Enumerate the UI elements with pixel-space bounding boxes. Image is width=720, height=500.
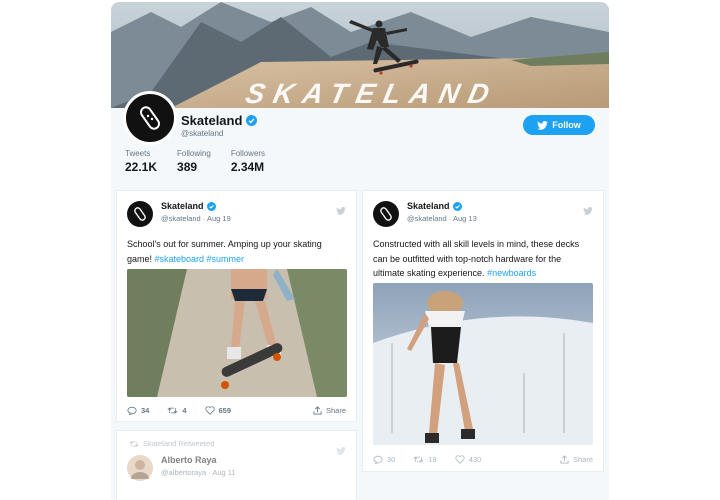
stat-following[interactable]: Following 389	[177, 149, 211, 174]
follow-button[interactable]: Follow	[523, 115, 595, 135]
retweeted-by-label: Skateland Retweeted	[143, 439, 215, 448]
profile-handle: @skateland	[181, 129, 224, 138]
tweet-author[interactable]: Skateland	[161, 201, 231, 211]
stat-label: Following	[177, 149, 211, 158]
twitter-bird-icon	[537, 120, 549, 130]
reply-action[interactable]: 30	[373, 455, 395, 464]
profile-header: Skateland @skateland Follow Tweets 22.1K…	[111, 91, 609, 183]
tweet-body: Constructed with all skill levels in min…	[373, 239, 580, 278]
like-action[interactable]: 659	[204, 406, 232, 415]
stat-value: 22.1K	[125, 160, 158, 174]
retweet-count: 4	[182, 406, 187, 415]
tweet-actions: 34 4 659 Share	[127, 406, 346, 415]
tweet-card[interactable]: Skateland @skateland · Aug 19 School's o…	[116, 190, 357, 422]
share-label: Share	[572, 455, 593, 464]
profile-avatar[interactable]	[123, 91, 177, 145]
tweet-author-name: Skateland	[161, 201, 204, 211]
tweet-author[interactable]: Skateland	[407, 201, 477, 211]
tweet-actions: 30 19 430 Share	[373, 455, 593, 464]
reply-icon	[373, 455, 383, 464]
share-icon	[560, 455, 569, 464]
verified-icon	[246, 115, 258, 126]
tweet-hashtags[interactable]: #skateboard #summer	[155, 254, 245, 264]
tweet-text: Constructed with all skill levels in min…	[373, 237, 593, 281]
retweet-count: 19	[428, 455, 437, 464]
verified-icon	[206, 201, 216, 211]
reply-count: 30	[387, 455, 396, 464]
tweet-hashtags[interactable]: #newboards	[487, 268, 536, 278]
tweet-meta: @skateland · Aug 13	[407, 214, 477, 223]
share-icon	[313, 406, 322, 415]
retweet-icon	[129, 440, 139, 447]
banner-logo-text: SKATELAND	[242, 78, 501, 108]
tweet-card-retweet[interactable]: Skateland Retweeted Alberto Raya @albert…	[116, 430, 357, 500]
retweet-indicator: Skateland Retweeted	[129, 439, 214, 448]
twitter-bird-icon[interactable]	[583, 202, 593, 220]
stat-tweets[interactable]: Tweets 22.1K	[125, 149, 157, 174]
twitter-bird-icon[interactable]	[336, 442, 346, 460]
like-count: 430	[468, 455, 482, 464]
retweet-icon	[413, 456, 424, 463]
profile-banner: SKATELAND	[111, 2, 609, 108]
tweet-meta: @albertoraya · Aug 11	[161, 468, 236, 477]
heart-icon	[204, 406, 215, 415]
skateboard-logo-icon	[380, 207, 392, 221]
tweet-photo[interactable]	[127, 269, 347, 397]
tweet-header: Skateland @skateland · Aug 19	[127, 201, 231, 227]
tweet-meta: @skateland · Aug 19	[161, 214, 231, 223]
profile-name-text: Skateland	[181, 113, 243, 128]
share-action[interactable]: Share	[560, 455, 593, 464]
skateboard-logo-icon	[139, 106, 161, 130]
stat-label: Tweets	[125, 149, 151, 158]
profile-name[interactable]: Skateland	[181, 113, 258, 128]
person-avatar-icon	[131, 460, 149, 479]
stat-followers[interactable]: Followers 2.34M	[231, 149, 265, 174]
tweet-avatar[interactable]	[373, 201, 399, 227]
twitter-bird-icon[interactable]	[336, 202, 346, 220]
share-action[interactable]: Share	[313, 406, 346, 415]
tweet-card[interactable]: Skateland @skateland · Aug 13 Constructe…	[362, 190, 604, 472]
follow-button-label: Follow	[552, 120, 581, 130]
verified-icon	[452, 201, 462, 211]
reply-count: 34	[141, 406, 150, 415]
tweet-avatar[interactable]	[127, 201, 153, 227]
retweet-icon	[167, 407, 178, 414]
like-action[interactable]: 430	[455, 455, 482, 464]
profile-stats: Tweets 22.1K Following 389 Followers 2.3…	[125, 149, 265, 174]
retweet-action[interactable]: 4	[167, 406, 187, 415]
retweet-action[interactable]: 19	[413, 455, 437, 464]
tweet-avatar[interactable]	[127, 455, 153, 481]
tweet-text: School's out for summer. Amping up your …	[127, 237, 346, 266]
share-label: Share	[325, 406, 346, 415]
stat-value: 389	[177, 160, 198, 174]
tweet-photo[interactable]	[373, 283, 593, 445]
timeline-widget: SKATELAND Skateland @skateland Follow Tw…	[111, 2, 609, 500]
tweet-header: Skateland @skateland · Aug 13	[373, 201, 477, 227]
stat-value: 2.34M	[230, 160, 265, 174]
tweet-author-name: Skateland	[407, 201, 450, 211]
skateboard-logo-icon	[134, 207, 146, 221]
stat-label: Followers	[230, 149, 266, 158]
reply-action[interactable]: 34	[127, 406, 149, 415]
tweet-author-name[interactable]: Alberto Raya	[161, 455, 236, 465]
heart-icon	[455, 455, 465, 464]
reply-icon	[127, 406, 137, 415]
tweet-header: Alberto Raya @albertoraya · Aug 11	[127, 455, 236, 481]
like-count: 659	[218, 406, 232, 415]
